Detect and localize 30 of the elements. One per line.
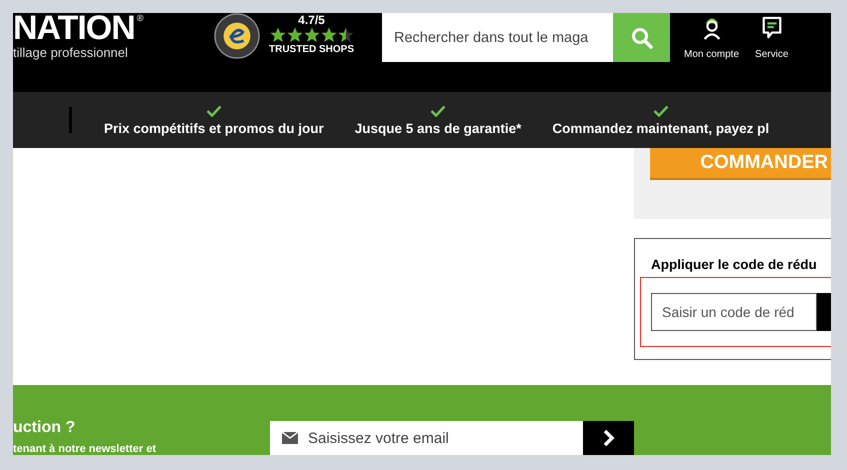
star-icon xyxy=(338,26,354,42)
star-icon xyxy=(286,26,302,42)
discount-title: Appliquer le code de rédu xyxy=(650,257,818,272)
tagline: tillage professionnel xyxy=(13,45,129,60)
account-link[interactable]: Mon compte xyxy=(684,13,740,60)
usp-text: Jusque 5 ans de garantie* xyxy=(354,121,522,136)
star-icon xyxy=(320,26,336,42)
check-icon xyxy=(652,105,669,117)
usp-text: Prix compétitifs et promos du jour xyxy=(104,121,324,136)
chat-icon xyxy=(760,15,783,41)
search-button[interactable] xyxy=(613,13,670,62)
check-icon xyxy=(206,105,222,117)
chevron-right-icon xyxy=(602,429,614,447)
check-icon xyxy=(430,105,446,117)
submit-button[interactable] xyxy=(583,421,634,455)
registered-mark: ® xyxy=(136,13,144,23)
star-icon xyxy=(304,26,320,42)
newsletter-text: tenant à notre newsletter et xyxy=(13,443,158,455)
divider-bar xyxy=(69,107,72,133)
discount-code-field[interactable]: Saisir un code de réd xyxy=(651,293,817,331)
trust-seal-icon xyxy=(214,13,260,59)
account-link[interactable]: Service xyxy=(755,13,788,60)
rating-score: 4.7/5 xyxy=(298,14,325,26)
newsletter-heading: uction ? xyxy=(13,419,76,437)
usp-text: Commandez maintenant, payez pl xyxy=(552,121,770,136)
search-icon xyxy=(630,26,654,50)
star-icon xyxy=(270,26,286,42)
trust-label: TRUSTED SHOPS xyxy=(268,44,354,54)
email-field[interactable]: Saisissez votre email xyxy=(270,421,583,455)
logo-wordmark: NATION xyxy=(13,13,135,43)
